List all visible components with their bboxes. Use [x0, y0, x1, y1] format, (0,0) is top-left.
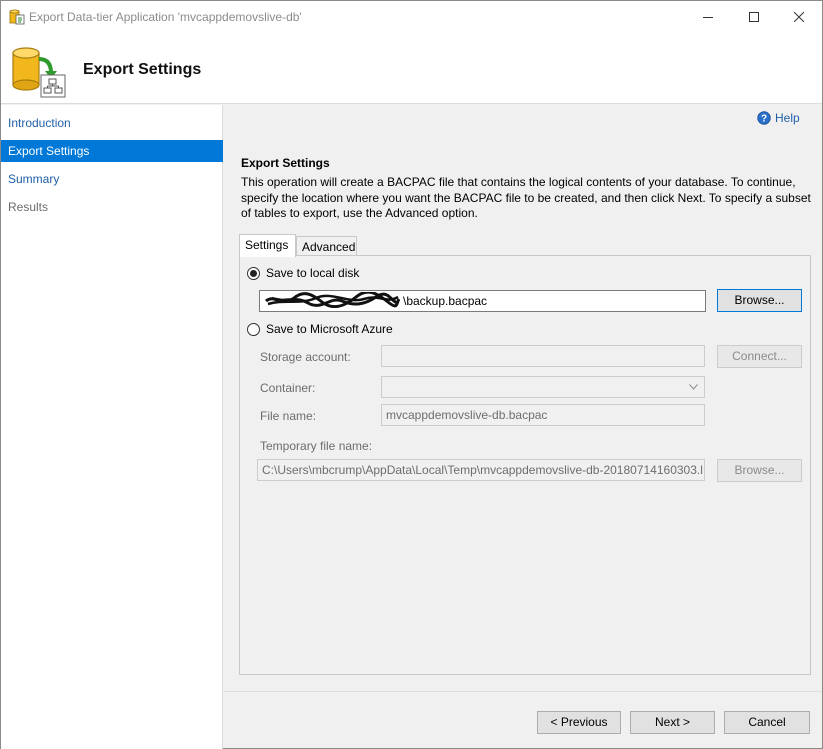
browse-temp-button: Browse... [717, 459, 802, 482]
database-app-icon [9, 9, 25, 25]
radio-circle-selected [247, 267, 260, 280]
window-title: Export Data-tier Application 'mvcappdemo… [29, 10, 302, 24]
maximize-icon [749, 12, 759, 22]
save-local-label: Save to local disk [266, 266, 359, 280]
container-label: Container: [260, 381, 315, 395]
save-azure-radio[interactable]: Save to Microsoft Azure [247, 322, 393, 336]
svg-text:?: ? [761, 114, 767, 125]
help-icon: ? [757, 111, 771, 125]
cancel-button[interactable]: Cancel [724, 711, 810, 734]
help-link[interactable]: ? Help [757, 111, 800, 125]
nav-item-results: Results [1, 196, 223, 218]
radio-circle-unselected [247, 323, 260, 336]
tab-advanced[interactable]: Advanced [296, 236, 357, 256]
close-button[interactable] [776, 1, 822, 33]
title-bar[interactable]: Export Data-tier Application 'mvcappdemo… [1, 1, 822, 33]
close-icon [794, 12, 804, 22]
connect-button: Connect... [717, 345, 802, 368]
next-button[interactable]: Next > [630, 711, 715, 734]
wizard-steps-nav: Introduction Export Settings Summary Res… [1, 105, 223, 749]
radio-dot [250, 270, 257, 277]
export-wizard-window: Export Data-tier Application 'mvcappdemo… [0, 0, 823, 749]
section-description: This operation will create a BACPAC file… [241, 175, 811, 222]
page-title: Export Settings [83, 61, 201, 79]
temp-file-field: C:\Users\mbcrump\AppData\Local\Temp\mvca… [257, 459, 705, 481]
save-azure-label: Save to Microsoft Azure [266, 322, 393, 336]
redaction-scribble [264, 292, 400, 308]
nav-item-summary[interactable]: Summary [1, 168, 223, 190]
temp-file-label: Temporary file name: [260, 439, 372, 453]
footer-divider [224, 691, 822, 692]
local-path-value: \backup.bacpac [403, 294, 487, 308]
save-local-radio[interactable]: Save to local disk [247, 266, 359, 280]
nav-item-export-settings[interactable]: Export Settings [1, 140, 223, 162]
storage-account-label: Storage account: [260, 350, 351, 364]
wizard-header: Export Settings [1, 33, 822, 104]
chevron-down-icon [689, 384, 698, 390]
tab-settings[interactable]: Settings [239, 234, 296, 257]
database-export-icon [9, 43, 69, 99]
file-name-field: mvcappdemovslive-db.bacpac [381, 404, 705, 426]
browse-local-button[interactable]: Browse... [717, 289, 802, 312]
nav-item-introduction[interactable]: Introduction [1, 112, 223, 134]
minimize-button[interactable] [685, 1, 731, 33]
help-label: Help [775, 111, 800, 125]
minimize-icon [703, 12, 713, 22]
container-select [381, 376, 705, 398]
file-name-label: File name: [260, 409, 316, 423]
section-title: Export Settings [241, 156, 330, 170]
storage-account-field [381, 345, 705, 367]
previous-button[interactable]: < Previous [537, 711, 621, 734]
maximize-button[interactable] [731, 1, 777, 33]
